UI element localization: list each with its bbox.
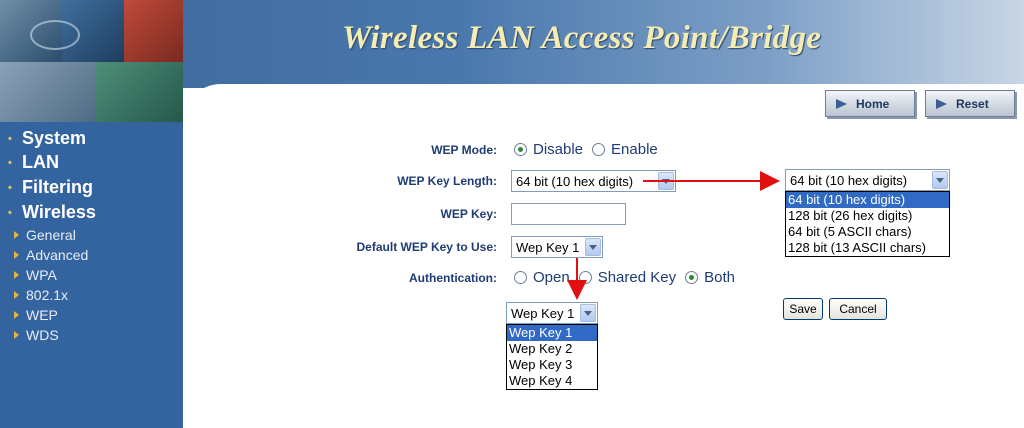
annotation-arrows bbox=[567, 171, 780, 300]
